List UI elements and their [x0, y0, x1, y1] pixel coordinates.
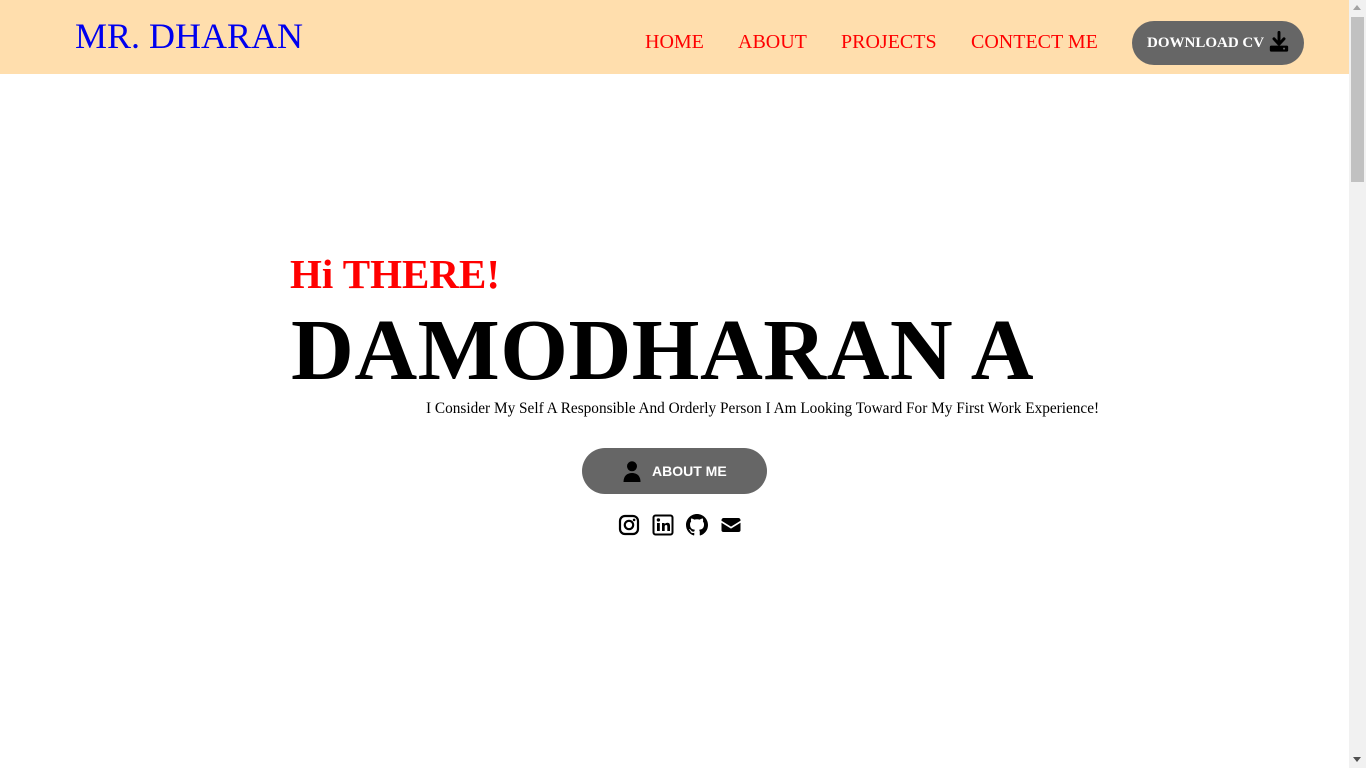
mail-icon[interactable]: [720, 514, 742, 536]
user-icon: [622, 461, 642, 482]
nav-link-about[interactable]: ABOUT: [738, 28, 807, 56]
scroll-down-arrow-icon[interactable]: [1353, 757, 1361, 762]
hero-name: DAMODHARAN A: [291, 301, 1035, 398]
linkedin-icon[interactable]: [652, 514, 674, 536]
portfolio-page: MR. DHARAN HOME ABOUT PROJECTS CONTECT M…: [0, 0, 1366, 768]
about-me-button[interactable]: ABOUT ME: [582, 448, 767, 494]
github-icon[interactable]: [686, 514, 708, 536]
download-cv-button[interactable]: DOWNLOAD CV: [1132, 21, 1304, 65]
hero-greeting: Hi THERE!: [290, 251, 500, 297]
download-cv-label: DOWNLOAD CV: [1147, 35, 1265, 51]
nav-link-projects[interactable]: PROJECTS: [841, 28, 937, 56]
scrollbar-thumb[interactable]: [1351, 17, 1364, 182]
vertical-scrollbar[interactable]: [1349, 0, 1366, 768]
instagram-icon[interactable]: [618, 514, 640, 536]
navbar: MR. DHARAN HOME ABOUT PROJECTS CONTECT M…: [0, 0, 1349, 74]
download-icon: [1268, 30, 1290, 53]
hero-tagline: I Consider My Self A Responsible And Ord…: [426, 400, 1100, 417]
nav-link-contact[interactable]: CONTECT ME: [971, 28, 1098, 56]
about-me-label: ABOUT ME: [652, 463, 727, 479]
nav-link-home[interactable]: HOME: [645, 28, 704, 56]
scroll-up-arrow-icon[interactable]: [1353, 5, 1361, 10]
